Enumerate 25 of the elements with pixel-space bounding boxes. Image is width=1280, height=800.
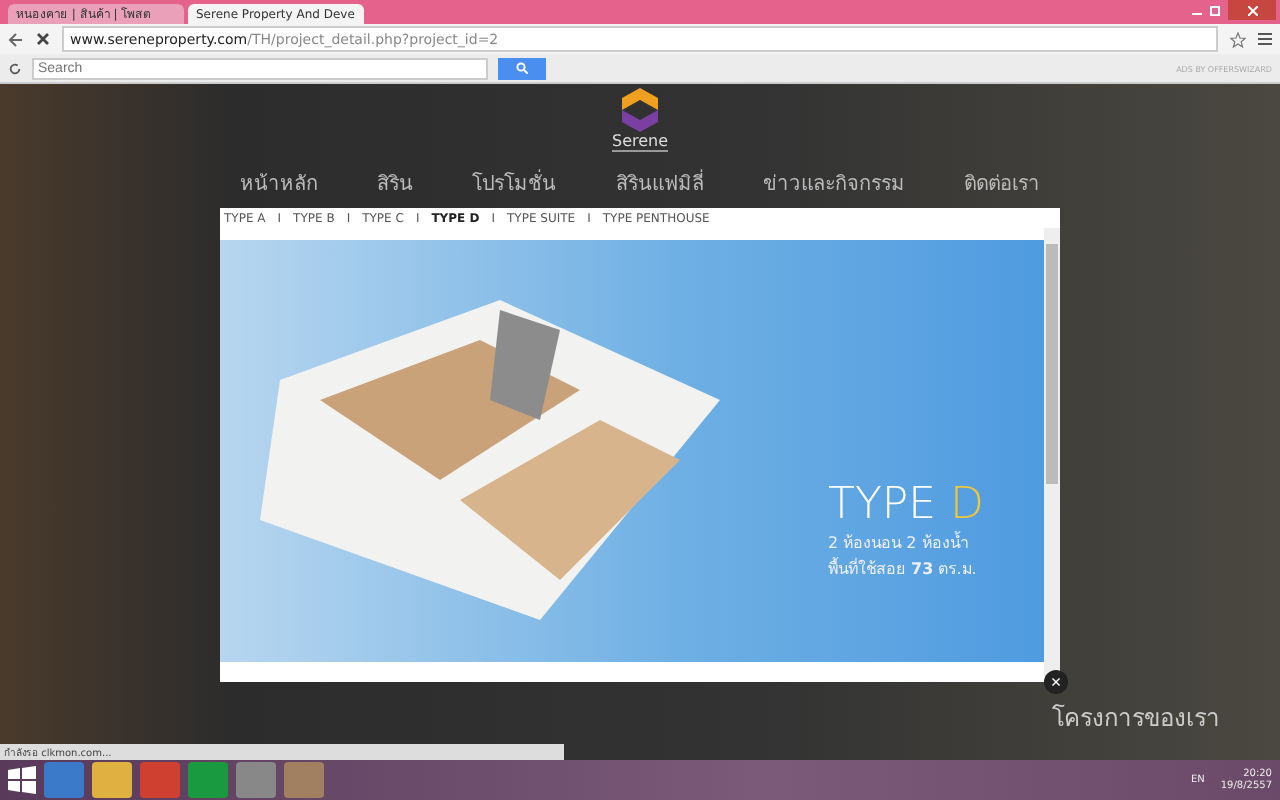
logo-text: Serene	[611, 132, 669, 152]
windows-logo-icon[interactable]	[8, 766, 36, 794]
nav-link[interactable]: ข่าวและกิจกรรม	[762, 168, 905, 198]
section-heading: โครงการของเรา	[1052, 702, 1220, 736]
logo-icon	[622, 88, 658, 132]
nav-link[interactable]: สิรินแฟมิลี่	[615, 168, 704, 198]
nav-link[interactable]: สิริน	[377, 168, 414, 198]
caption-title: TYPE D	[828, 480, 984, 530]
menu-icon[interactable]	[1258, 32, 1272, 46]
caption-text: พื้นที่ใช้สอย 73 ตร.ม.	[828, 556, 979, 582]
close-button[interactable]	[1228, 0, 1276, 20]
stop-icon[interactable]	[36, 32, 50, 46]
nav-link[interactable]: โปรโมชั่น	[472, 168, 557, 198]
back-arrow-icon[interactable]	[8, 31, 24, 47]
scrollbar[interactable]	[1044, 228, 1060, 682]
close-icon	[1247, 5, 1257, 15]
reload-icon[interactable]	[8, 61, 22, 75]
search-icon	[516, 62, 528, 74]
caption-text: 2 ห้องนอน 2 ห้องน้ำ	[828, 530, 970, 556]
search-button[interactable]	[498, 57, 546, 79]
nav-link[interactable]: หน้าหลัก	[240, 168, 318, 198]
nav-link[interactable]: ติดต่อเรา	[963, 168, 1040, 198]
restore-icon[interactable]	[1210, 5, 1220, 15]
close-button[interactable]: ×	[1044, 670, 1068, 694]
star-icon[interactable]	[1230, 31, 1246, 47]
